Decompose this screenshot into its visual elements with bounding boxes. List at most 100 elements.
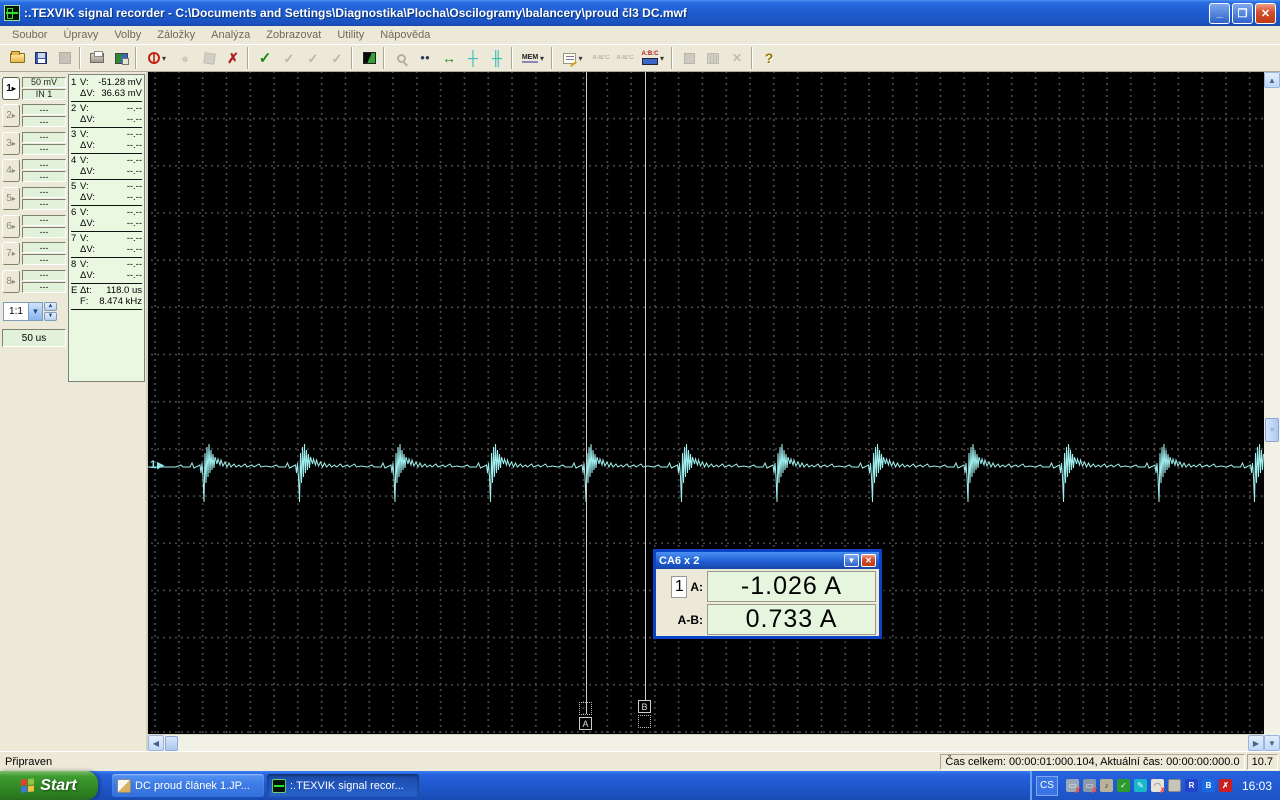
dropdown-caret-icon[interactable]: ▾ (660, 54, 664, 63)
menu-volby[interactable]: Volby (106, 27, 149, 43)
stop-acquisition-button[interactable]: ❙ ▾ (141, 47, 173, 69)
accept-icon (257, 51, 273, 65)
vertical-scrollbar[interactable]: ▲ ≡ ▼ (1264, 72, 1280, 751)
channel-7-range-field[interactable]: --- (22, 242, 66, 254)
ca6-close-icon[interactable]: ✕ (861, 554, 876, 567)
taskbar-clock[interactable]: 16:03 (1242, 779, 1272, 793)
menu-úpravy[interactable]: Úpravy (55, 27, 106, 43)
channel-4-label-field[interactable]: --- (22, 171, 66, 183)
export-image-icon (114, 52, 129, 65)
display-mode-button[interactable] (357, 47, 381, 69)
channel-1-button[interactable]: 1 (2, 76, 20, 100)
channel-3-button[interactable]: 3 (2, 131, 20, 155)
timebase-field[interactable]: 50 us (2, 329, 66, 347)
pen-tablet-icon[interactable]: ✎ (1133, 779, 1147, 792)
ca6-collapse-icon[interactable]: ▼ (844, 554, 859, 567)
computer-offline-icon[interactable]: ▭ (1082, 779, 1098, 795)
channel-5-label-field[interactable]: --- (22, 198, 66, 210)
print-button[interactable] (85, 47, 109, 69)
channel-2-range-field[interactable]: --- (22, 104, 66, 116)
ca6-measurement-window[interactable]: CA6 x 2 ▼ ✕ 1 A: -1.026 A A-B: 0.733 A (653, 549, 882, 639)
menu-záložky[interactable]: Záložky (149, 27, 203, 43)
taskbar-task-inactive[interactable]: DC proud článek 1.JP... (112, 774, 264, 797)
startup-r-icon[interactable]: R (1184, 779, 1198, 792)
menu-soubor[interactable]: Soubor (4, 27, 55, 43)
channel-2-label-field[interactable]: --- (22, 116, 66, 128)
touchpad-icon[interactable] (1167, 779, 1181, 792)
scroll-down-icon[interactable]: ▼ (1264, 735, 1280, 751)
block-grid-button (701, 47, 725, 69)
channel-5-range-field[interactable]: --- (22, 186, 66, 198)
dropdown-caret-icon[interactable]: ▾ (578, 54, 582, 63)
bluetooth-icon[interactable]: B (1201, 779, 1215, 792)
memory-button[interactable]: ▾ (517, 47, 549, 69)
channel-2-button[interactable]: 2 (2, 104, 20, 128)
ca6-title-bar[interactable]: CA6 x 2 ▼ ✕ (656, 552, 879, 569)
channel-6-range-field[interactable]: --- (22, 214, 66, 226)
language-indicator[interactable]: CS (1035, 775, 1058, 796)
channel-7-label-field[interactable]: --- (22, 254, 66, 266)
channel-4-button[interactable]: 4 (2, 159, 20, 183)
cursor-wave-button[interactable] (485, 47, 509, 69)
measurement-row-5: 5 V: --.-- ΔV: --.-- (71, 180, 142, 206)
cursor-b-handle[interactable] (638, 715, 651, 728)
scroll-up-icon[interactable]: ▲ (1264, 72, 1280, 88)
search-button[interactable] (413, 47, 437, 69)
dropdown-caret-icon[interactable]: ▾ (162, 54, 166, 63)
channel-5-button[interactable]: 5 (2, 186, 20, 210)
channel-8-range-field[interactable]: --- (22, 269, 66, 281)
cursor-a-handle[interactable] (579, 702, 592, 715)
minimize-button[interactable]: _ (1209, 2, 1230, 24)
horizontal-scroll-thumb[interactable] (165, 735, 178, 751)
accept-button[interactable] (253, 47, 277, 69)
network-offline-icon[interactable]: ▭ (1065, 779, 1081, 795)
horizontal-scrollbar[interactable]: ◀ ▶ (148, 734, 1264, 751)
zoom-spin-down-icon[interactable]: ▼ (44, 311, 57, 321)
channel-1-trace-marker[interactable]: 1 ▶ (150, 459, 164, 471)
vertical-scroll-thumb[interactable]: ≡ (1265, 418, 1279, 442)
channel-6-button[interactable]: 6 (2, 214, 20, 238)
dropdown-caret-icon[interactable]: ▾ (540, 54, 544, 63)
channel-8-label-field[interactable]: --- (22, 281, 66, 293)
channel-4-range-field[interactable]: --- (22, 159, 66, 171)
text-format-button[interactable]: ▾ (637, 47, 669, 69)
scroll-right-icon[interactable]: ▶ (1248, 735, 1264, 751)
fit-view-button[interactable] (437, 47, 461, 69)
close-button[interactable]: ✕ (1255, 2, 1276, 24)
menu-nápověda[interactable]: Nápověda (372, 27, 438, 43)
channel-3-range-field[interactable]: --- (22, 131, 66, 143)
zoom-spin-up-icon[interactable]: ▲ (44, 301, 57, 311)
channel-6-label-field[interactable]: --- (22, 226, 66, 238)
delete-marks-button[interactable] (221, 47, 245, 69)
cursor-measure-button[interactable] (461, 47, 485, 69)
channel-8-button[interactable]: 8 (2, 269, 20, 293)
security-shield-icon[interactable]: ✗ (1218, 779, 1232, 792)
cursor-a-label[interactable]: A (579, 717, 592, 730)
restore-button[interactable]: ❐ (1232, 2, 1253, 24)
volume-icon[interactable]: ♪ (1099, 779, 1113, 792)
cursor-b-label[interactable]: B (638, 700, 651, 713)
annotations-button[interactable]: ▾ (557, 47, 589, 69)
export-image-button[interactable] (109, 47, 133, 69)
zoom-select[interactable]: 1:1 ▼ (3, 301, 43, 321)
help-button[interactable] (757, 47, 781, 69)
zoom-dropdown-icon[interactable]: ▼ (28, 302, 42, 320)
toolbar: ❙▾▾▾▾ (0, 45, 1280, 72)
accept-prev-icon (305, 51, 321, 65)
menu-analýza[interactable]: Analýza (203, 27, 258, 43)
menu-utility[interactable]: Utility (329, 27, 372, 43)
channel-3-label-field[interactable]: --- (22, 143, 66, 155)
cursor-a-line[interactable] (586, 72, 587, 714)
open-file-button[interactable] (5, 47, 29, 69)
antivirus-icon[interactable]: ✓ (1116, 779, 1130, 792)
cursor-b-line[interactable] (645, 72, 646, 700)
taskbar-task-active[interactable]: :.TEXVIK signal recor... (267, 774, 419, 797)
scroll-left-icon[interactable]: ◀ (148, 735, 164, 751)
save-file-button[interactable] (29, 47, 53, 69)
channel-1-range-field[interactable]: 50 mV (22, 76, 66, 88)
wireless-off-icon[interactable]: ◠ (1150, 779, 1166, 795)
channel-7-button[interactable]: 7 (2, 242, 20, 266)
channel-1-label-field[interactable]: IN 1 (22, 88, 66, 100)
menu-zobrazovat[interactable]: Zobrazovat (258, 27, 329, 43)
start-button[interactable]: Start (0, 771, 98, 800)
